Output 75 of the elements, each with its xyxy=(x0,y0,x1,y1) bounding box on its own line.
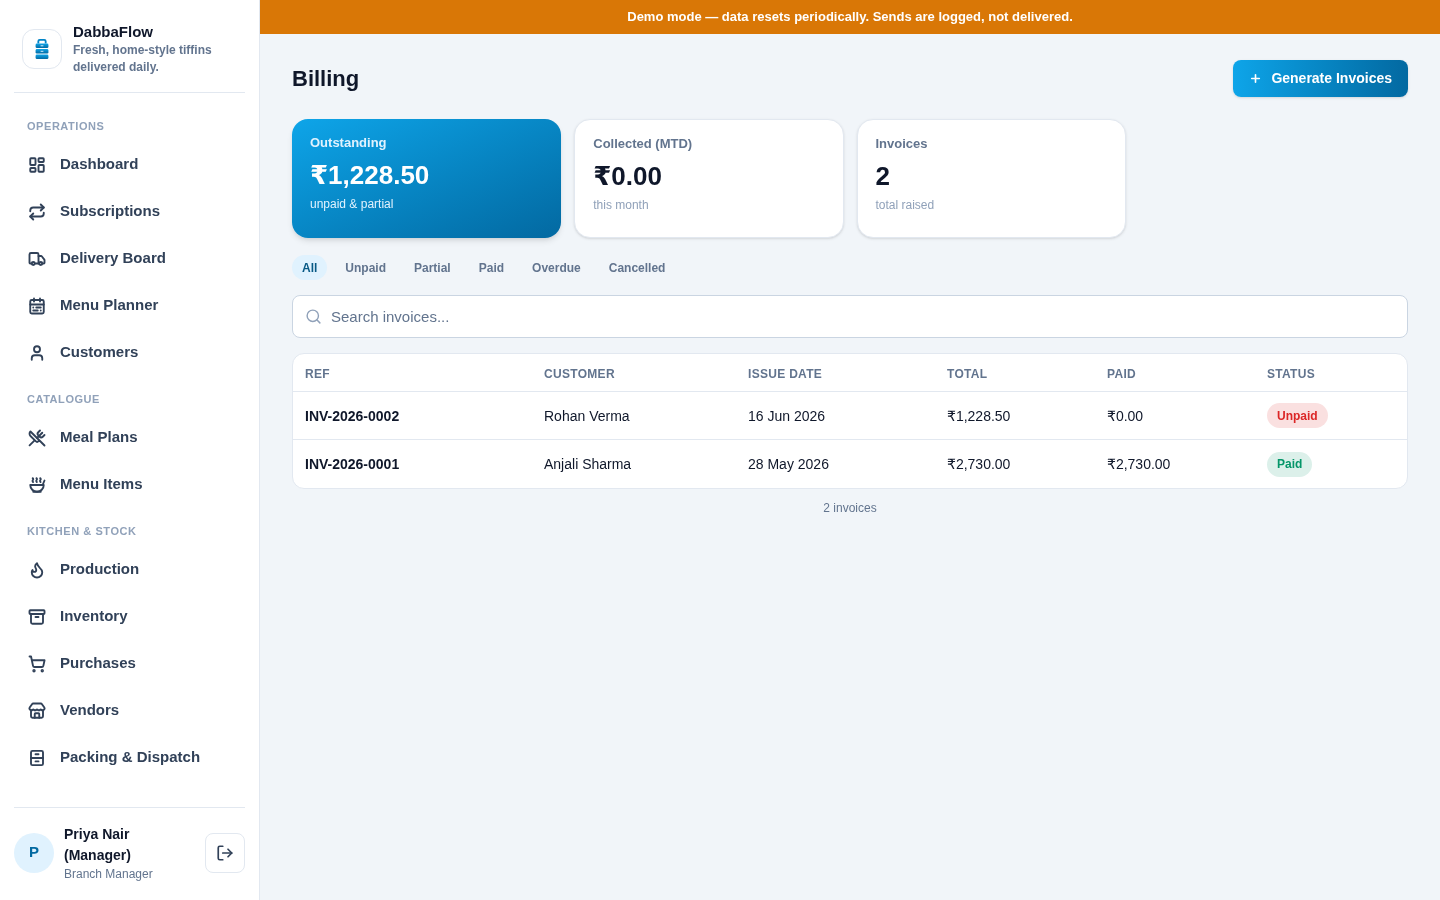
cart-icon xyxy=(28,654,46,673)
stat-note: this month xyxy=(593,197,650,213)
stat-note: unpaid & partial xyxy=(310,196,395,212)
dashboard-grid-icon xyxy=(28,155,46,174)
user-role: Branch Manager xyxy=(64,865,154,882)
user-name: Priya Nair (Manager) xyxy=(64,824,132,865)
column-header: REF xyxy=(305,366,330,381)
nav-item[interactable]: Inventory xyxy=(14,593,245,640)
nav-section-label: OPERATIONS xyxy=(26,119,106,134)
bowl-icon xyxy=(28,475,46,494)
column-header: CUSTOMER xyxy=(544,366,615,381)
stat-value: ₹0.00 xyxy=(593,160,663,192)
nav-item[interactable]: Menu Planner xyxy=(14,282,245,329)
plus-icon xyxy=(1249,72,1263,85)
stat-value: 2 xyxy=(875,160,891,192)
invoice-count: 2 invoices xyxy=(823,500,877,516)
stat-value: ₹1,228.50 xyxy=(310,159,431,191)
issue-date: 28 May 2026 xyxy=(748,456,829,472)
nav-section-label: CATALOGUE xyxy=(26,392,101,407)
amount-paid: ₹2,730.00 xyxy=(1107,456,1171,472)
utensils-icon xyxy=(28,428,46,447)
column-header: TOTAL xyxy=(947,366,988,381)
nav-section-label: KITCHEN & STOCK xyxy=(26,524,138,539)
nav-item[interactable]: Customers xyxy=(14,329,245,376)
user-icon xyxy=(28,343,46,362)
nav-item[interactable]: Production xyxy=(14,546,245,593)
stat-label: Collected (MTD) xyxy=(593,136,694,152)
column-header: PAID xyxy=(1107,366,1136,381)
nav-item[interactable]: Meal Plans xyxy=(14,414,245,461)
stat-label: Outstanding xyxy=(310,135,388,151)
column-header: STATUS xyxy=(1267,366,1316,381)
nav-item[interactable]: Vendors xyxy=(14,687,245,734)
store-icon xyxy=(28,701,46,720)
stat-label: Invoices xyxy=(875,136,929,152)
filter-tab[interactable]: Unpaid xyxy=(335,255,396,280)
issue-date: 16 Jun 2026 xyxy=(748,407,826,424)
generate-invoices-button[interactable]: Generate Invoices xyxy=(1233,60,1408,97)
flame-icon xyxy=(28,560,46,579)
stat-note: total raised xyxy=(875,197,936,213)
filter-tab[interactable]: All xyxy=(292,255,328,280)
amount-paid: ₹0.00 xyxy=(1107,407,1144,424)
filter-tab[interactable]: Paid xyxy=(468,255,515,280)
nav-item[interactable]: Packing & Dispatch xyxy=(14,734,245,781)
customer-name: Rohan Verma xyxy=(544,407,630,424)
truck-icon xyxy=(28,249,46,268)
search-icon xyxy=(305,308,322,325)
calendar-icon xyxy=(28,296,46,315)
repeat-arrows-icon xyxy=(28,202,46,221)
status-tag: Paid xyxy=(1267,451,1313,477)
nav-item[interactable]: Subscriptions xyxy=(14,188,245,235)
filter-tab[interactable]: Overdue xyxy=(522,255,591,280)
brand-tagline: Fresh, home-style tiffins delivered daily. xyxy=(73,41,213,76)
tiffin-logo-icon xyxy=(22,28,62,69)
user-avatar: P xyxy=(14,832,54,873)
invoice-ref: INV-2026-0002 xyxy=(305,407,400,424)
nav-item[interactable]: Dashboard xyxy=(14,141,245,188)
nav-item[interactable]: Delivery Board xyxy=(14,235,245,282)
search-field[interactable]: Search invoices... xyxy=(292,295,1408,338)
column-header: ISSUE DATE xyxy=(748,366,823,381)
archive-box-icon xyxy=(28,607,46,626)
banner-text: Demo mode — data resets periodically. Sends are logged, not delivered. xyxy=(627,8,1073,27)
brand-name: DabbaFlow xyxy=(73,21,154,42)
page-title: Billing xyxy=(292,65,360,93)
invoice-total: ₹1,228.50 xyxy=(947,407,1011,424)
logout-button[interactable] xyxy=(205,832,245,873)
filter-tab[interactable]: Partial xyxy=(404,255,461,280)
customer-name: Anjali Sharma xyxy=(544,456,632,472)
status-tag: Unpaid xyxy=(1267,403,1328,429)
cabinet-icon xyxy=(28,748,46,767)
invoice-ref: INV-2026-0001 xyxy=(305,456,400,472)
nav-item[interactable]: Purchases xyxy=(14,640,245,687)
logout-icon xyxy=(216,843,234,862)
invoice-total: ₹2,730.00 xyxy=(947,456,1011,472)
nav-item[interactable]: Menu Items xyxy=(14,461,245,508)
filter-tab[interactable]: Cancelled xyxy=(598,255,676,280)
